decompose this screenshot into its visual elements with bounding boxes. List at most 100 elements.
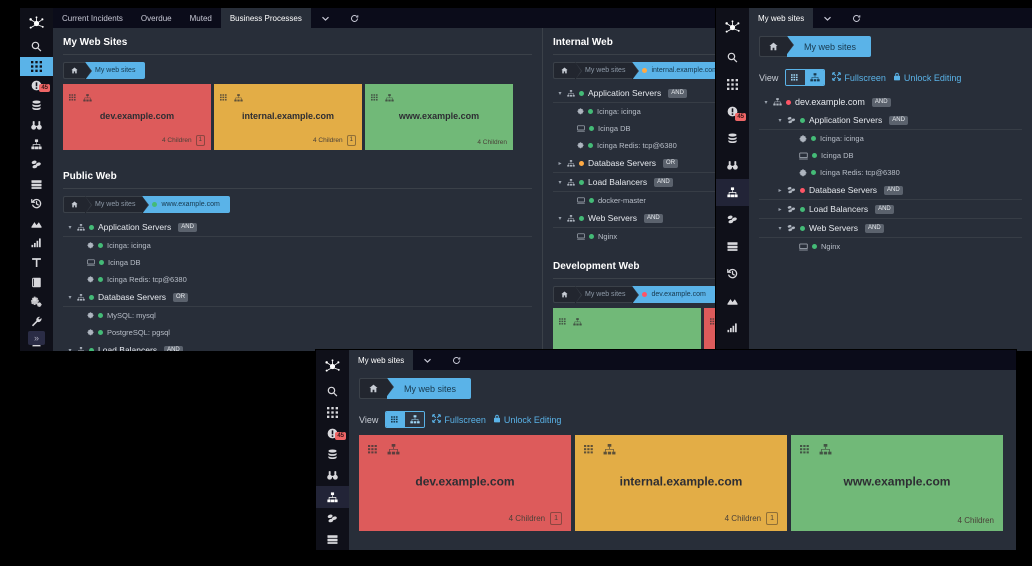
caret-down-icon[interactable]: ▾ (557, 215, 563, 222)
tile-dev-child-1[interactable] (553, 308, 701, 351)
sidebar-item-reporting[interactable] (20, 174, 53, 194)
sidebar-item-modules[interactable] (716, 206, 749, 233)
tree-node-leaf[interactable]: Icinga DB (759, 147, 1022, 164)
grid-icon[interactable] (69, 89, 78, 107)
sidebar-item-problems[interactable]: 45 (20, 76, 53, 96)
sidebar-collapse-button[interactable]: » (28, 331, 45, 345)
sidebar-item-search[interactable] (716, 44, 749, 71)
caret-down-icon[interactable]: ▾ (67, 224, 73, 231)
sidebar-item-re porting[interactable] (316, 529, 349, 550)
tree-node-group[interactable]: ▾ Web Servers AND (759, 219, 1022, 238)
sidebar-item-dashboard[interactable] (316, 402, 349, 423)
caret-down-icon[interactable]: ▾ (67, 294, 73, 301)
refresh-icon[interactable] (842, 8, 871, 28)
sidebar-item-business-process[interactable] (20, 135, 53, 155)
sidebar-item-problems[interactable]: 45 (716, 98, 749, 125)
tree-node-leaf[interactable]: MySQL: mysql (63, 307, 532, 324)
sitemap-icon[interactable] (573, 313, 582, 331)
breadcrumb-home[interactable] (553, 62, 575, 79)
sidebar-item-modules[interactable] (20, 155, 53, 175)
tile-internal-example-com[interactable]: internal.example.com 4 Children 1 (214, 84, 362, 150)
tree-node-leaf[interactable]: PostgreSQL: pgsql (63, 324, 532, 341)
sitemap-icon[interactable] (83, 89, 92, 107)
sidebar-item-charts[interactable] (716, 314, 749, 341)
sitemap-icon[interactable] (234, 89, 243, 107)
tree-node-leaf[interactable]: Icinga DB (63, 254, 532, 271)
sidebar-item-modules[interactable] (316, 508, 349, 529)
caret-down-icon[interactable]: ▾ (763, 99, 769, 106)
sidebar-item-overview[interactable] (316, 444, 349, 465)
sidebar-item-search[interactable] (316, 380, 349, 401)
caret-down-icon[interactable]: ▾ (777, 117, 783, 124)
sidebar-item-dashboard[interactable] (716, 71, 749, 98)
sitemap-icon[interactable] (603, 442, 616, 460)
sitemap-icon[interactable] (805, 70, 824, 85)
breadcrumb-item-dev-example-com[interactable]: dev.example.com (632, 286, 715, 303)
caret-down-icon[interactable]: ▾ (557, 179, 563, 186)
tree-node-leaf[interactable]: Icinga: icinga (759, 130, 1022, 147)
sitemap-icon[interactable] (819, 442, 832, 460)
breadcrumb-home[interactable] (63, 62, 85, 79)
tile-dev-example-com[interactable]: dev.example.com 4 Children 1 (359, 435, 571, 531)
sidebar-item-monitoring-health[interactable] (316, 465, 349, 486)
refresh-icon[interactable] (442, 350, 471, 370)
grid-icon[interactable] (800, 442, 812, 460)
breadcrumb-item-my-web-sites[interactable]: My web sites (387, 378, 471, 399)
sidebar-item-problems[interactable]: 45 (316, 423, 349, 444)
tree-node-group[interactable]: ▾ Application Servers AND (63, 218, 532, 237)
chevron-down-icon[interactable] (413, 350, 442, 370)
sidebar-item-overview[interactable] (716, 125, 749, 152)
sidebar-item-history[interactable] (20, 194, 53, 214)
chevron-down-icon[interactable] (311, 8, 340, 28)
tree-node-group[interactable]: ▸ Database Servers AND (759, 181, 1022, 200)
sidebar-item-history[interactable] (716, 260, 749, 287)
grid-icon[interactable] (368, 442, 380, 460)
breadcrumb-item-my-web-sites[interactable]: My web sites (85, 196, 142, 213)
breadcrumb-item-internal-example-com[interactable]: internal.example.com (632, 62, 728, 79)
tab-my-web-sites[interactable]: My web sites (749, 8, 813, 28)
fullscreen-button[interactable]: Fullscreen (832, 72, 886, 83)
icinga-logo-icon[interactable] (316, 356, 349, 376)
breadcrumb-home[interactable] (63, 196, 85, 213)
breadcrumb-home[interactable] (553, 286, 575, 303)
tab-overdue[interactable]: Overdue (132, 8, 181, 28)
tab-business-processes[interactable]: Business Processes (221, 8, 311, 28)
tile-www-example-com[interactable]: www.example.com 4 Children (365, 84, 513, 150)
fullscreen-button[interactable]: Fullscreen (432, 414, 486, 425)
breadcrumb-home[interactable] (359, 378, 387, 399)
tile-internal-example-com[interactable]: internal.example.com 4 Children 1 (575, 435, 787, 531)
sidebar-item-graphs[interactable] (20, 214, 53, 234)
sidebar-item-business-process[interactable] (716, 179, 749, 206)
tab-my-web-sites[interactable]: My web sites (349, 350, 413, 370)
tree-node-leaf[interactable]: Icinga: icinga (63, 237, 532, 254)
grid-icon[interactable] (386, 412, 405, 427)
sidebar-item-dashboard[interactable] (20, 57, 53, 77)
sidebar-item-configuration[interactable] (20, 312, 53, 332)
sidebar-item-system[interactable] (20, 292, 53, 312)
caret-right-icon[interactable]: ▸ (777, 206, 783, 213)
sitemap-icon[interactable] (405, 412, 424, 427)
unlock-editing-button[interactable]: Unlock Editing (893, 72, 962, 83)
unlock-editing-button[interactable]: Unlock Editing (493, 414, 562, 425)
sidebar-item-charts[interactable] (20, 233, 53, 253)
sitemap-icon[interactable] (387, 442, 400, 460)
breadcrumb-item-my-web-sites[interactable]: My web sites (575, 62, 632, 79)
grid-icon[interactable] (559, 313, 568, 331)
sidebar-item-documentation[interactable] (20, 272, 53, 292)
caret-right-icon[interactable]: ▸ (777, 187, 783, 194)
tree-node-leaf[interactable]: Icinga Redis: tcp@6380 (63, 271, 532, 288)
breadcrumb-item-www-example-com[interactable]: www.example.com (142, 196, 229, 213)
tree-node-leaf[interactable]: Icinga Redis: tcp@6380 (759, 164, 1022, 181)
caret-down-icon[interactable]: ▾ (67, 347, 73, 352)
sidebar-item-search[interactable] (20, 37, 53, 57)
caret-down-icon[interactable]: ▾ (777, 225, 783, 232)
sidebar-item-text[interactable] (20, 253, 53, 273)
tree-node-group[interactable]: ▾ Database Servers OR (63, 288, 532, 307)
grid-icon[interactable] (371, 89, 380, 107)
caret-right-icon[interactable]: ▸ (557, 160, 563, 167)
grid-icon[interactable] (786, 70, 805, 85)
icinga-logo-icon[interactable] (20, 14, 53, 33)
breadcrumb-item-my-web-sites[interactable]: My web sites (575, 286, 632, 303)
sidebar-item-graphs[interactable] (716, 287, 749, 314)
tab-current-incidents[interactable]: Current Incidents (53, 8, 132, 28)
